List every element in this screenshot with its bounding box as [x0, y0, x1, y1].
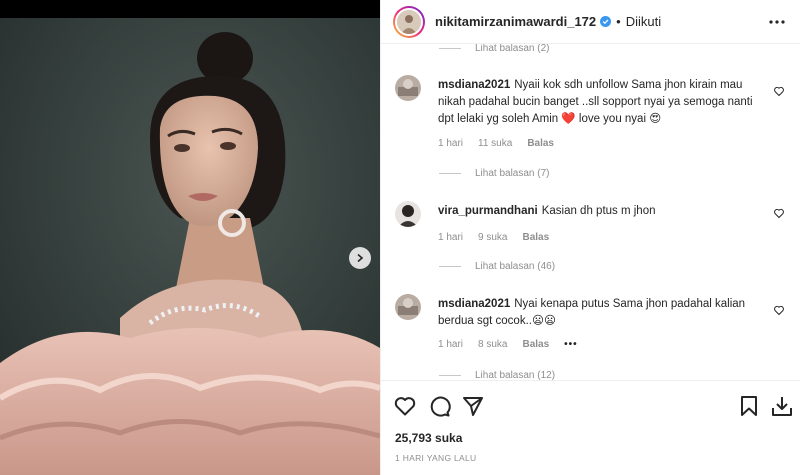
- view-replies-button[interactable]: Lihat balasan (46): [439, 261, 555, 272]
- comment-options-button[interactable]: •••: [564, 339, 578, 350]
- comment-body: msdiana2021 Nyaii kok sdh unfollow Sama j…: [438, 77, 768, 128]
- next-image-button[interactable]: [349, 247, 371, 269]
- comment-body: msdiana2021 Nyai kenapa putus Sama jhon p…: [438, 296, 768, 330]
- more-horizontal-icon: [769, 20, 785, 24]
- header-separator: •: [616, 14, 621, 29]
- comment-username[interactable]: msdiana2021: [438, 79, 510, 91]
- bookmark-icon[interactable]: [737, 394, 761, 418]
- heart-icon[interactable]: [773, 85, 785, 97]
- send-icon[interactable]: [461, 394, 485, 418]
- comment-list: Lihat balasan (2) msdiana2021 Nyaii kok s…: [381, 44, 800, 380]
- comment-meta: 1 hari 9 suka Balas: [438, 232, 564, 243]
- view-replies-label: Lihat balasan (12): [475, 370, 556, 380]
- view-replies-label: Lihat balasan (2): [475, 44, 550, 54]
- avatar-image: [395, 7, 423, 36]
- view-replies-button[interactable]: Lihat balasan (2): [439, 44, 550, 54]
- replies-divider: [439, 173, 461, 174]
- action-bar: 25,793 suka 1 HARI YANG LALU: [381, 380, 800, 475]
- like-count[interactable]: 25,793 suka: [395, 431, 462, 445]
- view-replies-button[interactable]: Lihat balasan (12): [439, 370, 555, 380]
- view-replies-label: Lihat balasan (46): [475, 261, 556, 272]
- comment-avatar[interactable]: [395, 201, 421, 227]
- download-icon[interactable]: [770, 394, 794, 418]
- post-viewer: nikitamirzanimawardi_172 • Diikuti Lihat…: [0, 0, 800, 475]
- replies-divider: [439, 48, 461, 49]
- heart-icon[interactable]: [773, 207, 785, 219]
- media-top-bar: [0, 0, 380, 18]
- comment-text: Kasian dh ptus m jhon: [541, 205, 656, 217]
- post-time: 1 HARI YANG LALU: [395, 453, 477, 463]
- avatar[interactable]: [393, 5, 425, 38]
- verified-badge-icon: [600, 16, 612, 27]
- comment-icon[interactable]: [427, 394, 451, 418]
- heart-icon[interactable]: [773, 304, 785, 316]
- comment-time: 1 hari: [438, 339, 464, 350]
- chevron-right-icon: [357, 253, 364, 263]
- more-options-button[interactable]: [767, 12, 787, 32]
- comment-username[interactable]: vira_purmandhani: [438, 205, 538, 217]
- comment-like-count[interactable]: 11 suka: [478, 138, 512, 149]
- post-header: nikitamirzanimawardi_172 • Diikuti: [381, 0, 800, 44]
- reply-button[interactable]: Balas: [522, 232, 549, 243]
- comment-body: vira_purmandhani Kasian dh ptus m jhon: [438, 203, 768, 220]
- comment-meta: 1 hari 11 suka Balas: [438, 138, 569, 149]
- replies-divider: [439, 375, 461, 376]
- view-replies-button[interactable]: Lihat balasan (7): [439, 168, 550, 179]
- post-media: [0, 0, 380, 475]
- comment-avatar[interactable]: [395, 294, 421, 320]
- comment-avatar[interactable]: [395, 75, 421, 101]
- reply-button[interactable]: Balas: [522, 339, 549, 350]
- heart-icon[interactable]: [393, 394, 417, 418]
- view-replies-label: Lihat balasan (7): [475, 168, 550, 179]
- comment-time: 1 hari: [438, 232, 464, 243]
- comment-like-count[interactable]: 9 suka: [478, 232, 507, 243]
- comment-username[interactable]: msdiana2021: [438, 298, 510, 310]
- post-photo: [0, 18, 380, 475]
- header-username[interactable]: nikitamirzanimawardi_172: [435, 14, 596, 29]
- follow-state-button[interactable]: Diikuti: [626, 14, 661, 29]
- reply-button[interactable]: Balas: [527, 138, 554, 149]
- comment-meta: 1 hari 8 suka Balas •••: [438, 339, 593, 350]
- replies-divider: [439, 266, 461, 267]
- post-sidebar: nikitamirzanimawardi_172 • Diikuti Lihat…: [380, 0, 800, 475]
- comment-like-count[interactable]: 8 suka: [478, 339, 507, 350]
- comment-time: 1 hari: [438, 138, 464, 149]
